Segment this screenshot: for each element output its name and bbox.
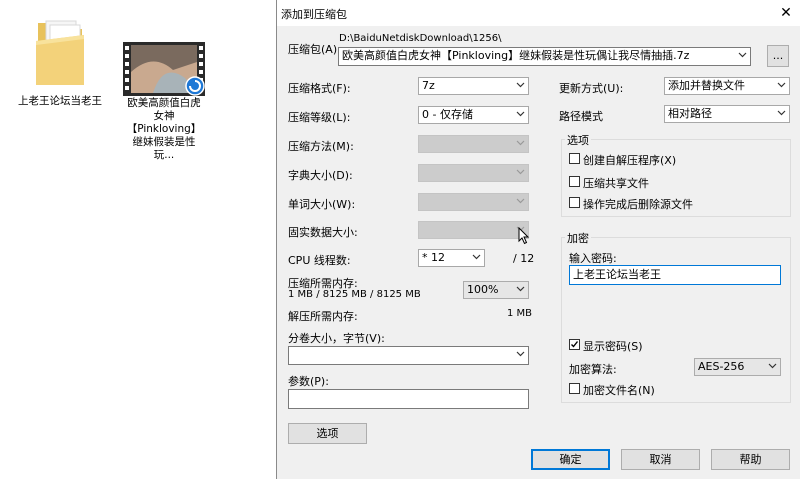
chevron-down-icon	[516, 286, 525, 292]
dict-select	[418, 164, 529, 182]
mem-pct-select[interactable]: 100%	[463, 281, 529, 299]
mem-decomp-value: 1 MB	[507, 308, 533, 319]
sfx-checkbox[interactable]	[569, 153, 580, 164]
sfx-label: 创建自解压程序(X)	[583, 154, 677, 167]
folder-label: 上老王论坛当老王	[18, 95, 102, 107]
mem-decomp-label: 解压所需内存:	[288, 310, 358, 323]
delete-checkbox[interactable]	[569, 197, 580, 208]
enc-method-select[interactable]: AES-256	[694, 358, 781, 376]
delete-label: 操作完成后删除源文件	[583, 198, 693, 211]
video-file-label: 欧美高颜值白虎女神【Pinkloving】继妹假装是性玩...	[126, 97, 202, 161]
chevron-down-icon	[516, 351, 525, 357]
chevron-down-icon	[516, 169, 525, 175]
params-label: 参数(P):	[288, 375, 329, 388]
checkmark-icon	[571, 341, 579, 348]
close-icon[interactable]: ✕	[775, 2, 797, 24]
chevron-down-icon	[516, 140, 525, 146]
chevron-down-icon	[768, 363, 777, 369]
enc-method-label: 加密算法:	[569, 363, 617, 376]
mouse-cursor-icon	[518, 227, 530, 245]
title-bar: 添加到压缩包 ✕	[277, 0, 800, 26]
show-password-label: 显示密码(S)	[583, 340, 643, 353]
password-input[interactable]: 上老王论坛当老王	[569, 265, 781, 285]
encrypt-names-label: 加密文件名(N)	[583, 384, 655, 397]
shared-checkbox[interactable]	[569, 176, 580, 187]
update-select[interactable]: 添加并替换文件	[664, 77, 790, 95]
chevron-down-icon	[777, 110, 786, 116]
ok-button[interactable]: 确定	[531, 449, 610, 470]
params-input[interactable]	[288, 389, 529, 409]
dict-label: 字典大小(D):	[288, 169, 353, 182]
password-label: 输入密码:	[569, 252, 617, 265]
cpu-label: CPU 线程数:	[288, 254, 351, 267]
archive-name-value: 欧美高颜值白虎女神【Pinkloving】继妹假装是性玩偶让我尽情抽插.7z	[342, 49, 690, 62]
archive-name-combo[interactable]: 欧美高颜值白虎女神【Pinkloving】继妹假装是性玩偶让我尽情抽插.7z	[338, 47, 751, 66]
encryption-group-title: 加密	[565, 230, 591, 246]
help-button[interactable]: 帮助	[711, 449, 790, 470]
word-select	[418, 193, 529, 211]
split-label: 分卷大小，字节(V):	[288, 332, 385, 345]
chevron-down-icon	[516, 198, 525, 204]
chevron-down-icon	[516, 111, 525, 117]
archive-path: D:\BaiduNetdiskDownload\1256\	[339, 33, 502, 44]
desktop-video-file[interactable]: 欧美高颜值白虎女神【Pinkloving】继妹假装是性玩...	[118, 40, 208, 161]
pathmode-label: 路径模式	[559, 110, 603, 123]
show-password-checkbox[interactable]	[569, 339, 580, 350]
cancel-button[interactable]: 取消	[621, 449, 700, 470]
video-thumbnail-icon	[123, 42, 205, 96]
level-select[interactable]: 0 - 仅存储	[418, 106, 529, 124]
method-label: 压缩方法(M):	[288, 140, 354, 153]
word-label: 单词大小(W):	[288, 198, 356, 211]
chevron-down-icon	[472, 254, 481, 260]
options-button[interactable]: 选项	[288, 423, 367, 444]
encrypt-names-checkbox[interactable]	[569, 383, 580, 394]
update-label: 更新方式(U):	[559, 82, 624, 95]
shared-label: 压缩共享文件	[583, 177, 649, 190]
format-select[interactable]: 7z	[418, 77, 529, 95]
browse-button[interactable]: ...	[767, 45, 789, 67]
dialog-title: 添加到压缩包	[281, 8, 347, 21]
mem-comp-detail: 1 MB / 8125 MB / 8125 MB	[288, 289, 421, 300]
desktop-folder[interactable]: 上老王论坛当老王	[18, 15, 102, 125]
chevron-down-icon	[777, 82, 786, 88]
solid-select	[418, 221, 529, 239]
add-to-archive-dialog: 添加到压缩包 ✕ 压缩包(A) D:\BaiduNetdiskDownload\…	[276, 0, 800, 479]
pathmode-select[interactable]: 相对路径	[664, 105, 790, 123]
options-group-title: 选项	[565, 132, 591, 148]
solid-label: 固实数据大小:	[288, 226, 358, 239]
folder-icon	[36, 20, 84, 85]
archive-label: 压缩包(A)	[288, 43, 338, 56]
method-select	[418, 135, 529, 153]
split-combo[interactable]	[288, 346, 529, 365]
cpu-select[interactable]: * 12	[418, 249, 485, 267]
format-label: 压缩格式(F):	[288, 82, 351, 95]
chevron-down-icon	[738, 52, 747, 58]
level-label: 压缩等级(L):	[288, 111, 351, 124]
chevron-down-icon	[516, 82, 525, 88]
cpu-max: / 12	[513, 252, 535, 265]
